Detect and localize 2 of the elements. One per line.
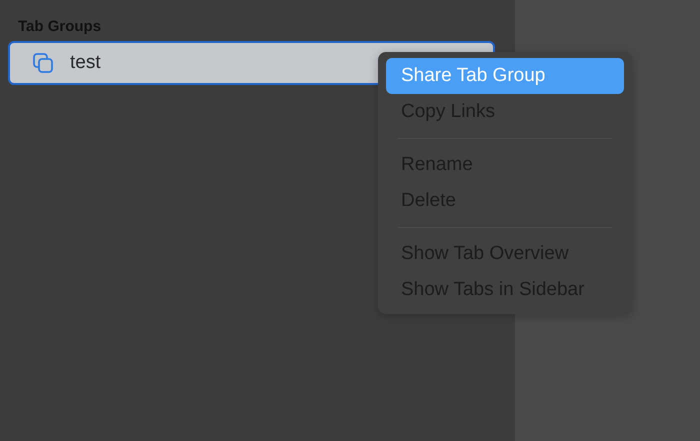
menu-item[interactable]: Share Tab Group: [386, 58, 624, 94]
tab-group-icon: [32, 52, 54, 74]
